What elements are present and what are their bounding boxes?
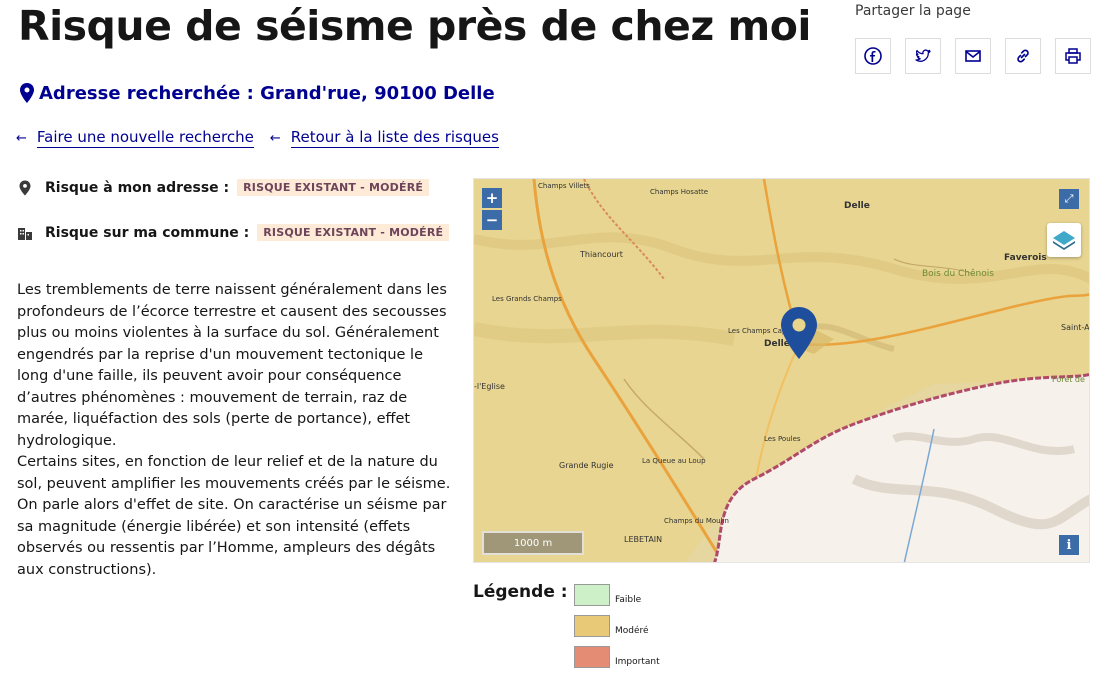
mail-share-button[interactable]	[955, 38, 991, 74]
legend-label: Modéré	[615, 626, 649, 636]
map-label-champs-moulin: Champs du Moulin	[664, 517, 729, 525]
arrow-left-icon: ←	[269, 130, 281, 146]
share-section: Partager la page	[855, 3, 1091, 74]
facebook-share-button[interactable]	[855, 38, 891, 74]
twitter-share-button[interactable]	[905, 38, 941, 74]
new-search-link[interactable]: ← Faire une nouvelle recherche	[16, 128, 254, 148]
back-to-list-link[interactable]: ← Retour à la liste des risques	[270, 128, 499, 148]
map-label-lebetain: LEBETAIN	[624, 535, 663, 544]
description-paragraph: Les tremblements de terre naissent génér…	[17, 282, 447, 449]
map-label-champs-villets: Champs Villets	[538, 182, 590, 190]
legend-swatch	[574, 646, 610, 668]
legend-item-modere: Modéré	[574, 615, 649, 637]
back-to-list-label: Retour à la liste des risques	[290, 128, 499, 148]
map-label-queue-au-loup: La Queue au Loup	[642, 457, 706, 465]
commune-risk-badge: RISQUE EXISTANT - MODÉRÉ	[257, 224, 450, 241]
commune-risk-row: Risque sur ma commune : RISQUE EXISTANT …	[17, 224, 450, 241]
fullscreen-button[interactable]: ⤢	[1059, 189, 1079, 209]
building-icon	[17, 225, 33, 241]
legend-label: Faible	[615, 595, 642, 605]
twitter-icon	[915, 49, 931, 62]
mail-icon	[965, 50, 981, 62]
legend-item-faible: Faible	[574, 584, 641, 606]
map-label-les-poules: Les Poules	[764, 435, 801, 443]
share-buttons	[855, 38, 1091, 74]
print-icon	[1065, 48, 1081, 64]
map-label-grande-rugie: Grande Rugie	[559, 461, 614, 470]
address-risk-badge: RISQUE EXISTANT - MODÉRÉ	[237, 179, 430, 196]
arrow-left-icon: ←	[16, 130, 27, 146]
layers-icon	[1053, 231, 1075, 250]
legend-item-important: Important	[574, 646, 660, 668]
zoom-in-button[interactable]: +	[482, 188, 502, 208]
layers-button[interactable]	[1047, 223, 1081, 257]
copy-link-button[interactable]	[1005, 38, 1041, 74]
map-label-thiancourt: Thiancourt	[580, 250, 623, 259]
legend-title: Légende :	[473, 582, 568, 602]
new-search-label: Faire une nouvelle recherche	[36, 128, 254, 148]
location-marker-icon[interactable]	[780, 306, 818, 360]
legend-swatch	[574, 615, 610, 637]
legend-label: Important	[615, 657, 660, 667]
print-button[interactable]	[1055, 38, 1091, 74]
facebook-icon	[864, 47, 882, 65]
address-risk-label: Risque à mon adresse :	[45, 179, 230, 196]
map-label-delle: Delle	[844, 201, 870, 211]
commune-risk-label: Risque sur ma commune :	[45, 224, 250, 241]
page-title: Risque de séisme près de chez moi	[18, 2, 811, 50]
map-label-champs-hosatte: Champs Hosatte	[650, 188, 709, 196]
map-background	[474, 179, 1089, 562]
searched-address: Adresse recherchée : Grand'rue, 90100 De…	[18, 82, 495, 104]
zoom-out-button[interactable]: −	[482, 210, 502, 230]
navigation-links: ← Faire une nouvelle recherche ← Retour …	[16, 128, 499, 148]
address-risk-row: Risque à mon adresse : RISQUE EXISTANT -…	[17, 179, 430, 196]
map-label-faverois: Faverois	[1004, 253, 1047, 263]
map-label-foret: Forêt de	[1052, 375, 1085, 384]
map-pin-icon	[20, 83, 34, 103]
legend-swatch	[574, 584, 610, 606]
risk-map[interactable]: + − ⤢ Delle Delle Faverois Thiancourt Bo…	[473, 178, 1090, 563]
address-text: Adresse recherchée : Grand'rue, 90100 De…	[39, 82, 495, 104]
map-scale: 1000 m	[482, 531, 584, 555]
map-label-bois-chenois: Bois du Chênois	[922, 269, 994, 279]
description-paragraph: Certains sites, en fonction de leur reli…	[17, 454, 451, 578]
map-label-saint-andre: Saint-Andr	[1061, 323, 1090, 332]
zoom-controls: + −	[482, 188, 502, 230]
link-icon	[1017, 49, 1029, 63]
share-label: Partager la page	[855, 3, 971, 19]
map-label-les-grands-champs: Les Grands Champs	[492, 295, 562, 303]
map-label-eglise: -l'Eglise	[474, 382, 505, 391]
map-info-button[interactable]: i	[1059, 535, 1079, 555]
location-pin-icon	[17, 180, 33, 196]
expand-icon: ⤢	[1064, 192, 1074, 205]
